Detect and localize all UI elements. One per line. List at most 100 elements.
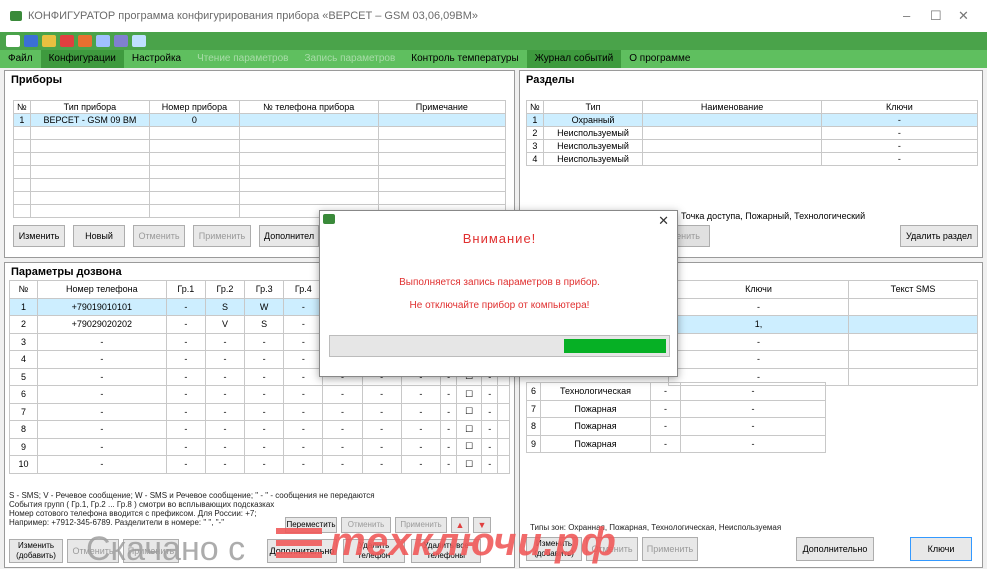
table-cell[interactable]: - xyxy=(820,126,979,140)
table-row[interactable]: 1, xyxy=(668,315,978,334)
table-cell[interactable]: Технологическая xyxy=(540,382,651,401)
table-cell[interactable]: - xyxy=(481,420,499,439)
settings-icon[interactable] xyxy=(96,35,110,47)
column-header[interactable]: Текст SMS xyxy=(848,280,978,299)
menu-item[interactable]: Настройка xyxy=(124,50,189,68)
table-row[interactable]: 4 Неиспользуемый - xyxy=(526,152,979,166)
table-cell[interactable]: - xyxy=(650,399,681,418)
table-cell[interactable]: - xyxy=(283,367,324,386)
table-cell[interactable]: - xyxy=(244,455,285,474)
table-cell[interactable]: 9 xyxy=(526,434,541,453)
table-cell[interactable]: 2 xyxy=(526,126,544,140)
table-cell[interactable] xyxy=(848,367,978,386)
table-cell[interactable]: - xyxy=(36,350,167,369)
table-cell[interactable]: 1 xyxy=(526,113,544,127)
menu-item[interactable]: О программе xyxy=(621,50,698,68)
menu-item[interactable]: Журнал событий xyxy=(526,50,622,68)
table-cell[interactable]: - xyxy=(361,402,402,421)
table-cell[interactable] xyxy=(642,126,822,140)
table-cell[interactable]: - xyxy=(204,437,246,456)
table-cell[interactable] xyxy=(497,385,510,404)
column-header[interactable]: № xyxy=(13,100,31,114)
table-cell[interactable]: - xyxy=(165,455,206,474)
table-cell[interactable]: - xyxy=(165,332,206,351)
table-cell[interactable] xyxy=(848,315,978,334)
cancel-device-button[interactable]: Отменить xyxy=(133,225,185,247)
upload-icon[interactable] xyxy=(60,35,74,47)
table-cell[interactable]: - xyxy=(283,315,324,334)
table-cell[interactable]: - xyxy=(322,420,363,439)
more-zone-button[interactable]: Дополнительно xyxy=(796,537,874,561)
table-row[interactable]: 6 Технологическая - - xyxy=(526,382,826,401)
keys-button[interactable]: Ключи xyxy=(910,537,972,561)
table-cell[interactable]: - xyxy=(283,402,324,421)
table-cell[interactable]: ВЕРСЕТ - GSM 09 ВМ xyxy=(29,113,151,127)
table-cell[interactable]: - xyxy=(439,402,458,421)
table-cell[interactable]: - xyxy=(322,437,363,456)
table-cell[interactable]: 7 xyxy=(526,399,541,418)
table-cell[interactable] xyxy=(642,139,822,153)
table-cell[interactable]: - xyxy=(204,350,246,369)
table-cell[interactable]: - xyxy=(680,417,826,436)
table-cell[interactable]: - xyxy=(283,385,324,404)
table-cell[interactable]: - xyxy=(283,437,324,456)
table-cell[interactable] xyxy=(642,113,822,127)
table-cell[interactable]: - xyxy=(165,385,206,404)
dialog-close-button[interactable]: ✕ xyxy=(658,213,669,229)
table-cell[interactable]: - xyxy=(36,332,167,351)
menu-item[interactable]: Файл xyxy=(0,50,41,68)
table-cell[interactable]: - xyxy=(400,402,441,421)
download-icon[interactable] xyxy=(78,35,92,47)
menu-item[interactable]: Конфигурации xyxy=(40,50,124,68)
table-cell[interactable]: 10 xyxy=(9,455,38,474)
table-cell[interactable]: Неиспользуемый xyxy=(542,126,644,140)
table-cell[interactable]: - xyxy=(244,367,285,386)
table-cell[interactable]: 8 xyxy=(9,420,38,439)
table-cell[interactable]: 3 xyxy=(9,332,38,351)
table-cell[interactable]: - xyxy=(36,420,167,439)
column-header[interactable]: Гр.3 xyxy=(244,280,285,299)
table-cell[interactable]: - xyxy=(668,332,849,351)
table-cell[interactable]: Неиспользуемый xyxy=(542,152,644,166)
table-cell[interactable]: - xyxy=(481,402,499,421)
column-header[interactable]: Гр.2 xyxy=(204,280,246,299)
edit-device-button[interactable]: Изменить xyxy=(13,225,65,247)
table-cell[interactable]: - xyxy=(400,455,441,474)
table-cell[interactable]: - xyxy=(439,455,458,474)
save-icon[interactable] xyxy=(42,35,56,47)
table-cell[interactable]: 7 xyxy=(9,402,38,421)
table-cell[interactable]: - xyxy=(283,420,324,439)
table-cell[interactable]: V xyxy=(204,315,246,334)
new-device-button[interactable]: Новый xyxy=(73,225,125,247)
table-cell[interactable]: 6 xyxy=(526,382,541,401)
table-cell[interactable]: - xyxy=(680,434,826,453)
table-cell[interactable]: - xyxy=(680,399,826,418)
table-cell[interactable]: +79029020202 xyxy=(36,315,167,334)
table-cell[interactable] xyxy=(497,402,510,421)
table-cell[interactable]: Неиспользуемый xyxy=(542,139,644,153)
table-cell[interactable]: 1 xyxy=(9,297,38,316)
table-cell[interactable]: - xyxy=(481,385,499,404)
table-cell[interactable]: - xyxy=(322,385,363,404)
table-cell[interactable]: 1, xyxy=(668,315,849,334)
table-cell[interactable]: - xyxy=(204,385,246,404)
table-row[interactable]: - xyxy=(668,350,978,369)
menu-item[interactable]: Чтение параметров xyxy=(189,50,296,68)
table-cell[interactable]: 5 xyxy=(9,367,38,386)
table-cell[interactable]: - xyxy=(165,297,206,316)
monitor-icon[interactable] xyxy=(132,35,146,47)
table-cell[interactable] xyxy=(848,332,978,351)
column-header[interactable]: Номер телефона xyxy=(36,280,167,299)
table-cell[interactable]: - xyxy=(204,367,246,386)
table-row[interactable]: - xyxy=(668,332,978,351)
table-cell[interactable]: +79019010101 xyxy=(36,297,167,316)
menu-item[interactable]: Запись параметров xyxy=(296,50,403,68)
delete-section-button[interactable]: Удалить раздел xyxy=(900,225,978,247)
enable-checkbox[interactable]: ☐ xyxy=(456,455,483,474)
enable-checkbox[interactable]: ☐ xyxy=(456,402,483,421)
table-cell[interactable]: S xyxy=(204,297,246,316)
apply-device-button[interactable]: Применить xyxy=(193,225,251,247)
table-cell[interactable]: - xyxy=(439,385,458,404)
column-header[interactable]: Ключи xyxy=(820,100,979,114)
table-cell[interactable] xyxy=(848,350,978,369)
